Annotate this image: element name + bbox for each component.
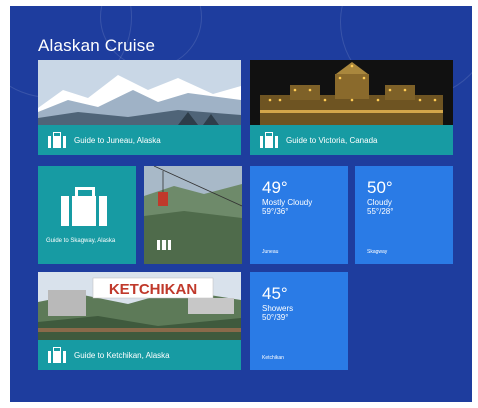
juneau-weather-tile[interactable]: 49° Mostly Cloudy 59°/36° Juneau bbox=[250, 166, 348, 264]
suitcase-icon bbox=[48, 131, 66, 148]
ketchikan-weather-tile[interactable]: 45° Showers 50°/39° Ketchikan bbox=[250, 272, 348, 370]
ketchikan-temperature: 45° bbox=[262, 284, 288, 303]
gondola-photo-tile[interactable] bbox=[144, 166, 242, 264]
juneau-condition: Mostly Cloudy bbox=[262, 198, 313, 207]
app-title: Alaskan Cruise bbox=[38, 36, 156, 55]
ketchikan-weather-details: Showers 50°/39° bbox=[262, 304, 293, 322]
skagway-temperature: 50° bbox=[367, 178, 393, 197]
skagway-weather-details: Cloudy 55°/28° bbox=[367, 198, 393, 216]
victoria-guide-tile[interactable]: Guide to Victoria, Canada bbox=[250, 60, 453, 155]
start-screen: Alaskan Cruise Guide to Juneau, Alaska G… bbox=[10, 6, 472, 402]
skagway-weather-tile[interactable]: 50° Cloudy 55°/28° Skagway bbox=[355, 166, 453, 264]
ketchikan-city: Ketchikan bbox=[262, 355, 284, 361]
victoria-building-photo bbox=[250, 60, 453, 125]
juneau-guide-label: Guide to Juneau, Alaska bbox=[74, 135, 161, 145]
skagway-guide-tile[interactable]: Guide to Skagway, Alaska bbox=[38, 166, 136, 264]
juneau-mountain-photo bbox=[38, 60, 241, 125]
juneau-guide-bar: Guide to Juneau, Alaska bbox=[38, 125, 241, 155]
ketchikan-condition: Showers bbox=[262, 304, 294, 313]
juneau-temperature: 49° bbox=[262, 178, 288, 197]
victoria-guide-bar: Guide to Victoria, Canada bbox=[250, 125, 453, 155]
suitcase-icon bbox=[61, 187, 107, 226]
suitcase-icon bbox=[260, 131, 278, 148]
ketchikan-guide-label: Guide to Ketchikan, Alaska bbox=[74, 350, 170, 360]
juneau-weather-details: Mostly Cloudy 59°/36° bbox=[262, 198, 312, 216]
juneau-range: 59°/36° bbox=[262, 207, 289, 216]
suitcase-icon bbox=[48, 346, 66, 363]
skagway-city: Skagway bbox=[367, 249, 388, 255]
ketchikan-guide-bar: Guide to Ketchikan, Alaska bbox=[38, 340, 241, 370]
victoria-guide-label: Guide to Victoria, Canada bbox=[286, 135, 378, 145]
skagway-range: 55°/28° bbox=[367, 207, 394, 216]
skagway-condition: Cloudy bbox=[367, 198, 392, 207]
ketchikan-sign-photo: KETCHIKAN bbox=[38, 272, 241, 340]
skagway-guide-label: Guide to Skagway, Alaska bbox=[46, 238, 116, 244]
ketchikan-guide-tile[interactable]: KETCHIKAN Guide to Ketchikan, Alaska bbox=[38, 272, 241, 370]
juneau-city: Juneau bbox=[262, 249, 279, 255]
juneau-guide-tile[interactable]: Guide to Juneau, Alaska bbox=[38, 60, 241, 155]
suitcase-icon bbox=[157, 240, 171, 250]
ketchikan-range: 50°/39° bbox=[262, 313, 289, 322]
ketchikan-sign-text: KETCHIKAN bbox=[109, 281, 197, 298]
